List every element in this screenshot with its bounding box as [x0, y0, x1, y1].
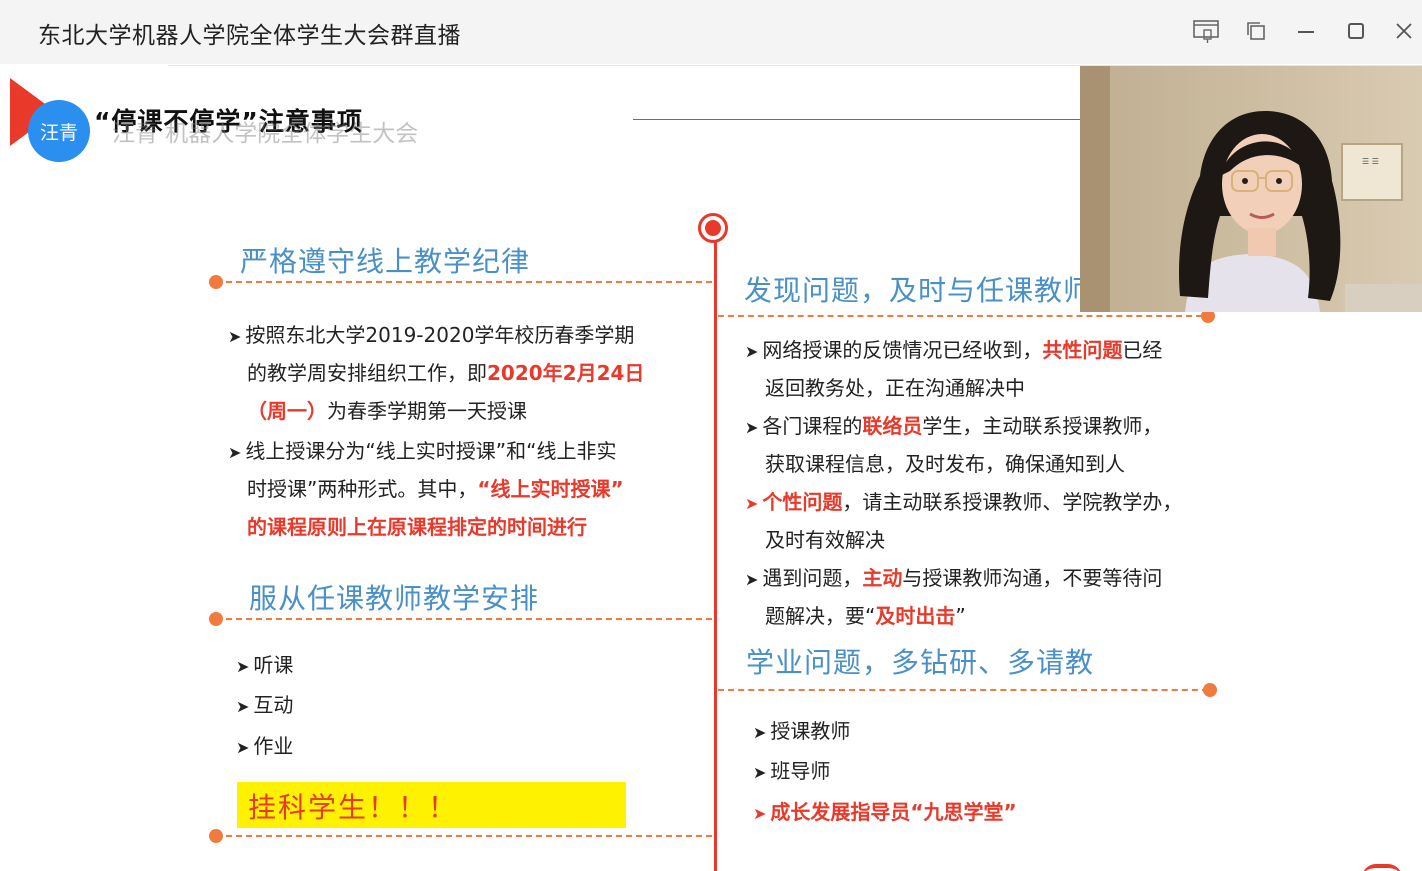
list-item: ➤ 听课: [236, 653, 294, 677]
list-item: ➤ 授课教师: [753, 719, 851, 743]
arrow-bullet-icon: ➤: [745, 418, 759, 437]
slide-canvas: “停课不停学”注意事项 汪青 机器人学院全体学生大会 汪青 严格遵守线上教学纪律…: [0, 64, 1422, 871]
list-item: ➤ 网络授课的反馈情况已经收到，共性问题已经: [745, 338, 1163, 362]
section-divider: [226, 835, 712, 837]
list-item: ➤ 个性问题，请主动联系授课教师、学院教学办，: [745, 490, 1183, 514]
section-title-find-problems: 发现问题，及时与任课教师: [744, 274, 1093, 307]
section-title-obey-teacher: 服从任课教师教学安排: [249, 582, 540, 615]
window-titlebar: 东北大学机器人学院全体学生大会群直播: [0, 0, 1422, 64]
list-item-continuation: 获取课程信息，及时发布，确保通知到人: [765, 452, 1125, 476]
overlay-watermark-text: 汪青 机器人学院全体学生大会: [112, 121, 419, 147]
svg-text:☰ ☰: ☰ ☰: [1362, 157, 1379, 166]
list-item: ➤ 成长发展指导员“九思学堂”: [753, 800, 1017, 824]
arrow-bullet-icon: ➤: [236, 738, 250, 757]
list-item: ➤ 按照东北大学2019-2020学年校历春季学期: [228, 323, 635, 347]
presenter-avatar[interactable]: 汪青: [28, 100, 90, 162]
minimize-icon[interactable]: [1290, 16, 1322, 46]
failing-students-text: 挂科学生！！！: [248, 791, 459, 824]
presentation-icon[interactable]: [1190, 16, 1222, 46]
arrow-bullet-icon: ➤: [228, 327, 242, 346]
arrow-bullet-icon: ➤: [745, 342, 759, 361]
list-item-continuation: 返回教务处，正在沟通解决中: [765, 376, 1025, 400]
list-item: ➤ 互动: [236, 693, 294, 717]
arrow-bullet-icon: ➤: [753, 723, 767, 742]
window-title: 东北大学机器人学院全体学生大会群直播: [38, 23, 461, 49]
maximize-icon[interactable]: [1340, 16, 1372, 46]
timeline-dot: [1203, 683, 1217, 697]
list-item-continuation: 的课程原则上在原课程排定的时间进行: [247, 515, 587, 539]
list-item-continuation: 题解决，要“及时出击”: [765, 604, 966, 628]
timeline-dot: [209, 275, 223, 289]
list-item: ➤ 作业: [236, 734, 294, 758]
arrow-bullet-icon: ➤: [745, 570, 759, 589]
close-icon[interactable]: [1388, 16, 1420, 46]
arrow-bullet-icon: ➤: [236, 657, 250, 676]
arrow-bullet-icon: ➤: [753, 763, 767, 782]
section-title-academic: 学业问题，多钻研、多请教: [746, 646, 1095, 679]
popout-icon[interactable]: [1240, 16, 1272, 46]
timeline-top-marker: [698, 213, 728, 243]
section-divider: [718, 689, 1208, 691]
timeline-dot: [209, 829, 223, 843]
list-item: ➤ 各门课程的联络员学生，主动联系授课教师，: [745, 414, 1163, 438]
list-item-continuation: 及时有效解决: [765, 528, 885, 552]
section-divider: [226, 618, 712, 620]
arrow-bullet-icon: ➤: [228, 443, 242, 462]
section-divider: [718, 315, 1202, 317]
list-item: ➤ 线上授课分为“线上实时授课”和“线上非实: [228, 439, 617, 463]
corner-decoration: [1362, 864, 1402, 871]
timeline-line: [714, 227, 717, 871]
section-divider: [226, 281, 712, 283]
list-item-continuation: （周一）为春季学期第一天授课: [247, 399, 527, 423]
list-item-continuation: 的教学周安排组织工作，即2020年2月24日: [247, 361, 645, 385]
arrow-bullet-icon: ➤: [753, 804, 767, 823]
list-item: ➤ 遇到问题，主动与授课教师沟通，不要等待问: [745, 566, 1163, 590]
presenter-video[interactable]: ☰ ☰: [1080, 66, 1422, 312]
timeline-dot: [209, 612, 223, 626]
arrow-bullet-icon: ➤: [236, 697, 250, 716]
title-rule: [633, 119, 1083, 120]
section-title-discipline: 严格遵守线上教学纪律: [240, 245, 531, 278]
list-item: ➤ 班导师: [753, 759, 831, 783]
list-item-continuation: 时授课”两种形式。其中，“线上实时授课”: [247, 477, 624, 501]
arrow-bullet-icon: ➤: [745, 494, 759, 513]
